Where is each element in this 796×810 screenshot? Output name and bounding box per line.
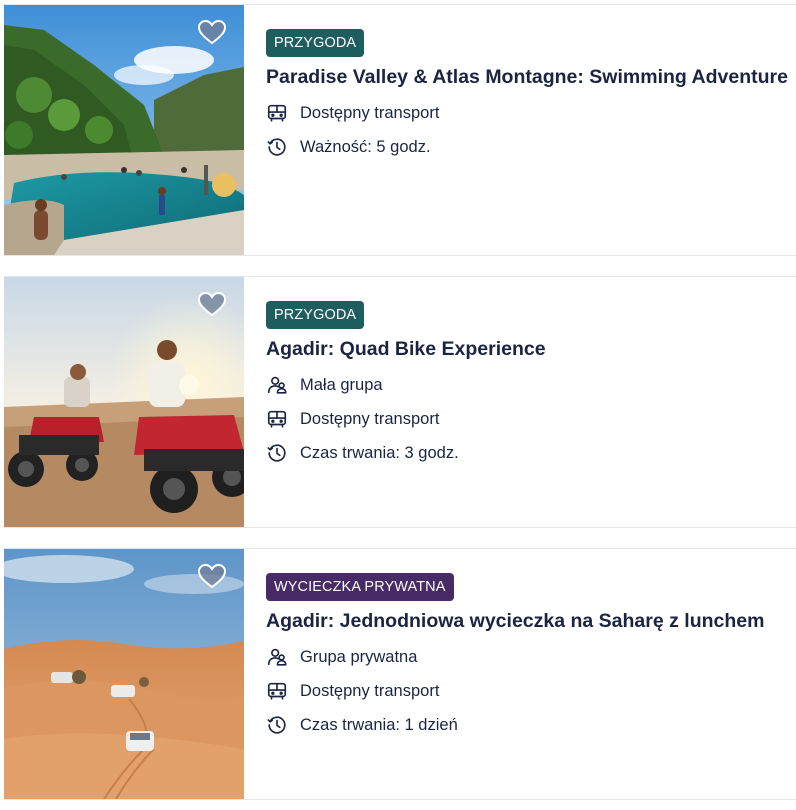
feature-label: Mała grupa — [300, 375, 383, 394]
feature-label: Ważność: 5 godz. — [300, 137, 431, 156]
feature-item: Grupa prywatna — [266, 640, 792, 674]
favorite-heart-icon[interactable] — [198, 291, 226, 317]
activity-image-river-canyon[interactable] — [4, 5, 244, 255]
duration-clock-icon — [266, 136, 288, 158]
activity-card[interactable]: PRZYGODA Agadir: Quad Bike Experience Ma… — [4, 276, 796, 528]
bus-icon — [266, 102, 288, 124]
activity-image-quad-bike[interactable] — [4, 277, 244, 527]
bus-icon — [266, 408, 288, 430]
feature-item: Czas trwania: 1 dzień — [266, 708, 792, 742]
feature-label: Dostępny transport — [300, 681, 440, 700]
category-badge: PRZYGODA — [266, 29, 365, 57]
duration-clock-icon — [266, 714, 288, 736]
feature-item: Dostępny transport — [266, 674, 792, 708]
feature-list: Mała grupa Dostępny transport Czas trwan… — [266, 368, 792, 470]
feature-label: Czas trwania: 1 dzień — [300, 715, 458, 734]
feature-item: Dostępny transport — [266, 402, 792, 436]
activity-info: PRZYGODA Agadir: Quad Bike Experience Ma… — [266, 301, 792, 470]
activity-info: PRZYGODA Paradise Valley & Atlas Montagn… — [266, 29, 792, 164]
feature-list: Grupa prywatna Dostępny transport Czas t… — [266, 640, 792, 742]
feature-item: Ważność: 5 godz. — [266, 130, 792, 164]
activity-title[interactable]: Agadir: Jednodniowa wycieczka na Saharę … — [266, 609, 792, 633]
activity-list: PRZYGODA Paradise Valley & Atlas Montagn… — [0, 0, 796, 810]
category-badge: PRZYGODA — [266, 301, 365, 329]
feature-item: Czas trwania: 3 godz. — [266, 436, 792, 470]
feature-list: Dostępny transport Ważność: 5 godz. — [266, 96, 792, 164]
activity-title[interactable]: Paradise Valley & Atlas Montagne: Swimmi… — [266, 65, 792, 89]
feature-item: Dostępny transport — [266, 96, 792, 130]
feature-label: Dostępny transport — [300, 409, 440, 428]
bus-icon — [266, 680, 288, 702]
duration-clock-icon — [266, 442, 288, 464]
favorite-heart-icon[interactable] — [198, 563, 226, 589]
activity-info: WYCIECZKA PRYWATNA Agadir: Jednodniowa w… — [266, 573, 792, 742]
activity-card[interactable]: WYCIECZKA PRYWATNA Agadir: Jednodniowa w… — [4, 548, 796, 800]
activity-title[interactable]: Agadir: Quad Bike Experience — [266, 337, 792, 361]
group-icon — [266, 646, 288, 668]
activity-image-desert-dunes[interactable] — [4, 549, 244, 799]
feature-label: Dostępny transport — [300, 103, 440, 122]
category-badge: WYCIECZKA PRYWATNA — [266, 573, 454, 601]
activity-card[interactable]: PRZYGODA Paradise Valley & Atlas Montagn… — [4, 4, 796, 256]
feature-label: Grupa prywatna — [300, 647, 418, 666]
group-icon — [266, 374, 288, 396]
feature-label: Czas trwania: 3 godz. — [300, 443, 459, 462]
favorite-heart-icon[interactable] — [198, 19, 226, 45]
feature-item: Mała grupa — [266, 368, 792, 402]
